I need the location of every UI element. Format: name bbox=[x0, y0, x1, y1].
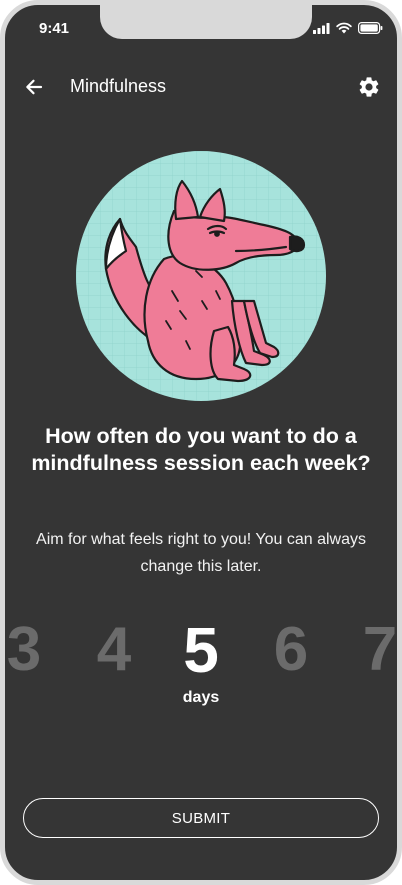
submit-button[interactable]: SUBMIT bbox=[23, 798, 379, 838]
question-subtext: Aim for what feels right to you! You can… bbox=[36, 531, 366, 575]
days-picker[interactable]: 3 4 5 6 7 bbox=[5, 610, 397, 690]
days-unit-label: days bbox=[182, 689, 220, 706]
status-icons bbox=[313, 22, 383, 34]
status-time: 9:41 bbox=[39, 20, 70, 37]
picker-option-selected[interactable]: 5 bbox=[171, 610, 231, 690]
picker-option-3[interactable]: 3 bbox=[5, 610, 54, 690]
battery-icon bbox=[358, 22, 383, 34]
picker-option-7[interactable]: 7 bbox=[350, 610, 397, 690]
pink-fox-illustration bbox=[76, 151, 326, 401]
arrow-left-icon bbox=[26, 79, 43, 95]
page-title: Mindfulness bbox=[70, 76, 167, 96]
app-bar: Mindfulness bbox=[5, 65, 397, 109]
question-headline: How often do you want to do a mindfulnes… bbox=[31, 424, 371, 475]
gear-icon bbox=[359, 77, 379, 97]
signal-icon bbox=[313, 22, 330, 34]
picker-option-6[interactable]: 6 bbox=[261, 610, 321, 690]
back-button[interactable] bbox=[21, 74, 47, 100]
settings-button[interactable] bbox=[355, 73, 383, 101]
phone-frame: 9:41 Mindfulness How often do you want t… bbox=[0, 0, 402, 885]
device-notch bbox=[100, 5, 312, 39]
picker-option-4[interactable]: 4 bbox=[84, 610, 144, 690]
wifi-icon bbox=[336, 22, 352, 34]
